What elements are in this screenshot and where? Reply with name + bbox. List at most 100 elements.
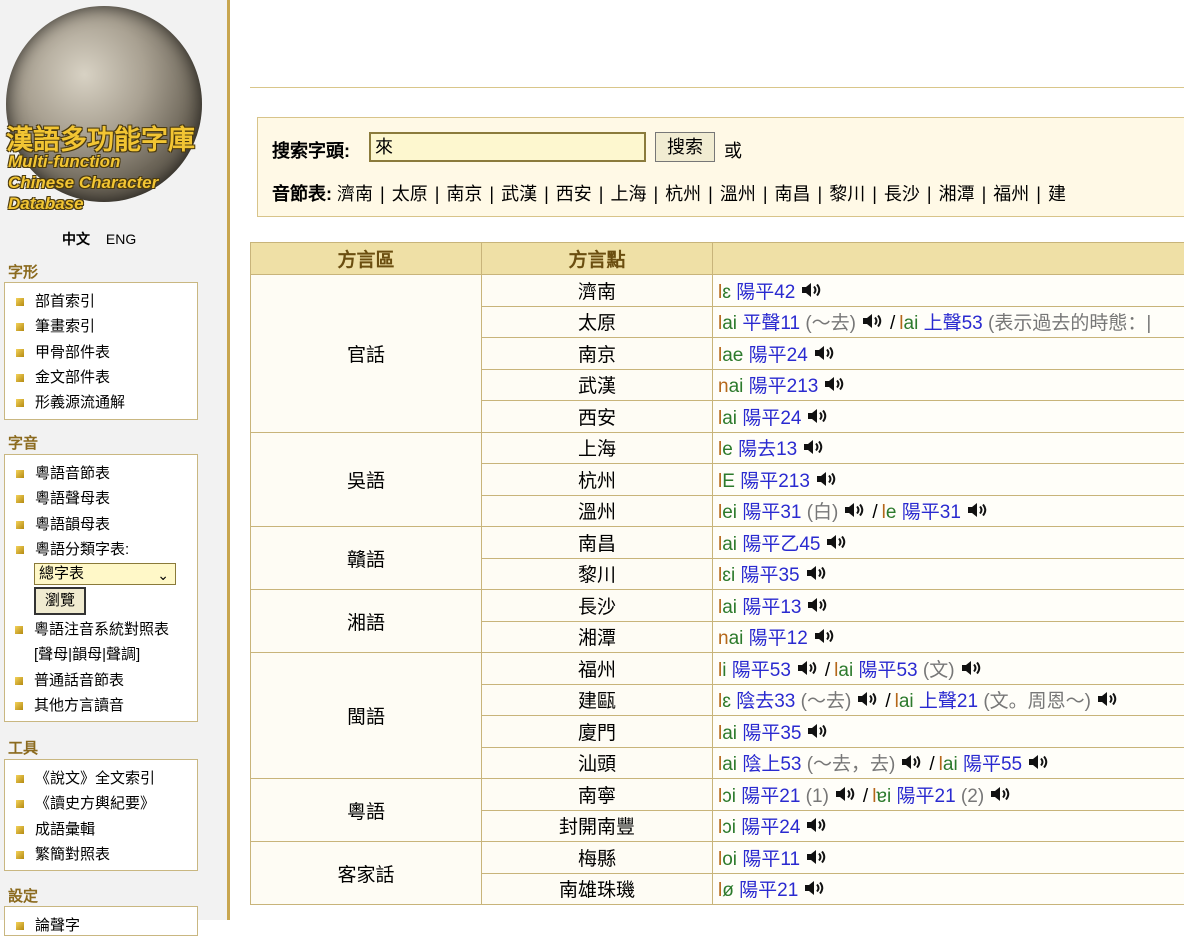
lang-en-link[interactable]: ENG (106, 231, 136, 247)
tone-link[interactable]: 陽去13 (738, 439, 797, 460)
reading-cell: loi 陽平11 (713, 842, 1184, 874)
browse-button[interactable]: 瀏覽 (34, 587, 86, 615)
speaker-icon[interactable] (803, 439, 825, 461)
speaker-icon[interactable] (814, 628, 836, 650)
syllable-city-link[interactable]: 南昌 (775, 184, 811, 204)
syllable-city-link[interactable]: 長沙 (884, 184, 920, 204)
speaker-icon[interactable] (807, 723, 829, 745)
speaker-icon[interactable] (801, 282, 823, 304)
tone-link[interactable]: 陽平24 (749, 345, 808, 366)
speaker-icon[interactable] (835, 786, 857, 808)
tone-link[interactable]: 陽平31 (742, 502, 801, 523)
nav-trad-simp[interactable]: 繁簡對照表 (15, 842, 197, 867)
search-button[interactable]: 搜索 (655, 132, 715, 162)
syllable-city-link[interactable]: 南京 (446, 184, 482, 204)
reading-cell: lɛi 陽平35 (713, 558, 1184, 590)
speaker-icon[interactable] (967, 502, 989, 524)
lang-zh-link[interactable]: 中文 (62, 231, 90, 247)
tone-link[interactable]: 陽平35 (740, 565, 799, 586)
nav-dushi-fangyu[interactable]: 《讀史方輿紀要》 (15, 791, 197, 816)
search-panel: 搜索字頭: 來 搜索 或 音節表: 濟南|太原|南京|武漢|西安|上海|杭州|溫… (257, 117, 1184, 217)
speaker-icon[interactable] (1097, 691, 1119, 713)
dialect-point-cell: 南京 (482, 338, 713, 370)
syllable-city-link[interactable]: 湘潭 (939, 184, 975, 204)
speaker-icon[interactable] (797, 660, 819, 682)
nav-cantonese-syllables[interactable]: 粵語音節表 (15, 461, 197, 486)
tone-link[interactable]: 上聲21 (919, 691, 978, 712)
syllable-city-link[interactable]: 福州 (993, 184, 1029, 204)
tone-link[interactable]: 陽平31 (902, 502, 961, 523)
syllable-city-link[interactable]: 黎川 (829, 184, 865, 204)
speaker-icon[interactable] (814, 345, 836, 367)
syllable-city-link[interactable]: 武漢 (501, 184, 537, 204)
nav-radical-index[interactable]: 部首索引 (15, 289, 197, 314)
tone-link[interactable]: 陽平21 (739, 880, 798, 901)
nav-romanization-compare[interactable]: 粵語注音系統對照表 (14, 617, 198, 642)
syllable-city-link[interactable]: 溫州 (720, 184, 756, 204)
nav-cantonese-initials[interactable]: 粵語聲母表 (15, 486, 197, 511)
syllable-city-link[interactable]: 太原 (392, 184, 428, 204)
region-cell: 湘語 (251, 590, 482, 653)
tone-link[interactable]: 平聲11 (742, 313, 800, 334)
reading-cell: le 陽去13 (713, 432, 1184, 464)
nav-form-meaning[interactable]: 形義源流通解 (15, 390, 197, 415)
separator: | (763, 184, 768, 204)
speaker-icon[interactable] (806, 849, 828, 871)
nav-shuowen-index[interactable]: 《說文》全文索引 (15, 766, 197, 791)
speaker-icon[interactable] (1028, 754, 1050, 776)
tone-link[interactable]: 陽平53 (858, 660, 917, 681)
header-reading (713, 243, 1184, 275)
tone-link[interactable]: 陽平213 (740, 471, 810, 492)
speaker-icon[interactable] (824, 376, 846, 398)
tone-link[interactable]: 陽平24 (742, 408, 801, 429)
nav-mandarin-syllables[interactable]: 普通話音節表 (14, 668, 198, 693)
tone-link[interactable]: 陽平乙45 (742, 534, 820, 555)
tone-link[interactable]: 陽平35 (742, 723, 801, 744)
tone-link[interactable]: 陽平21 (897, 786, 956, 807)
syllable-city-link[interactable]: 濟南 (337, 184, 373, 204)
syllable-city-link[interactable]: 建 (1048, 184, 1066, 204)
tone-link[interactable]: 陽平42 (736, 282, 795, 303)
speaker-icon[interactable] (806, 817, 828, 839)
nav-settings-item[interactable]: 論聲字 (15, 913, 197, 936)
speaker-icon[interactable] (807, 597, 829, 619)
final-text: ae (722, 345, 743, 366)
speaker-icon[interactable] (990, 786, 1012, 808)
bullet-icon (15, 702, 23, 710)
nav-bronze-components[interactable]: 金文部件表 (15, 365, 197, 390)
tone-link[interactable]: 陽平12 (749, 628, 808, 649)
bullet-icon (16, 399, 24, 407)
classified-table-select[interactable]: 總字表 ⌄ (34, 563, 176, 585)
site-logo[interactable]: 漢語多功能字庫 Multi-function Chinese Character… (0, 0, 230, 220)
tone-link[interactable]: 陰去33 (736, 691, 795, 712)
tone-link[interactable]: 上聲53 (924, 313, 983, 334)
search-input[interactable]: 來 (369, 132, 646, 162)
nav-stroke-index[interactable]: 筆畫索引 (15, 314, 197, 339)
syllable-city-link[interactable]: 西安 (556, 184, 592, 204)
tone-link[interactable]: 陽平24 (741, 817, 800, 838)
speaker-icon[interactable] (816, 471, 838, 493)
tone-link[interactable]: 陽平53 (732, 660, 791, 681)
speaker-icon[interactable] (806, 565, 828, 587)
nav-cantonese-finals[interactable]: 粵語韻母表 (15, 512, 197, 537)
speaker-icon[interactable] (862, 313, 884, 335)
syllable-city-link[interactable]: 上海 (610, 184, 646, 204)
tone-link[interactable]: 陽平21 (741, 786, 800, 807)
tone-link[interactable]: 陽平55 (963, 754, 1022, 775)
speaker-icon[interactable] (901, 754, 923, 776)
speaker-icon[interactable] (857, 691, 879, 713)
nav-other-dialects[interactable]: 其他方言讀音 (14, 693, 198, 718)
speaker-icon[interactable] (961, 660, 983, 682)
nav-romanization-subtables[interactable]: [聲母|韻母|聲調] (14, 642, 198, 667)
nav-idioms[interactable]: 成語彙輯 (15, 817, 197, 842)
speaker-icon[interactable] (844, 502, 866, 524)
nav-oracle-components[interactable]: 甲骨部件表 (15, 340, 197, 365)
tone-link[interactable]: 陽平213 (749, 376, 819, 397)
speaker-icon[interactable] (826, 534, 848, 556)
tone-link[interactable]: 陽平11 (742, 849, 800, 870)
syllable-city-link[interactable]: 杭州 (665, 184, 701, 204)
tone-link[interactable]: 陽平13 (742, 597, 801, 618)
speaker-icon[interactable] (807, 408, 829, 430)
tone-link[interactable]: 陰上53 (742, 754, 801, 775)
speaker-icon[interactable] (804, 880, 826, 902)
